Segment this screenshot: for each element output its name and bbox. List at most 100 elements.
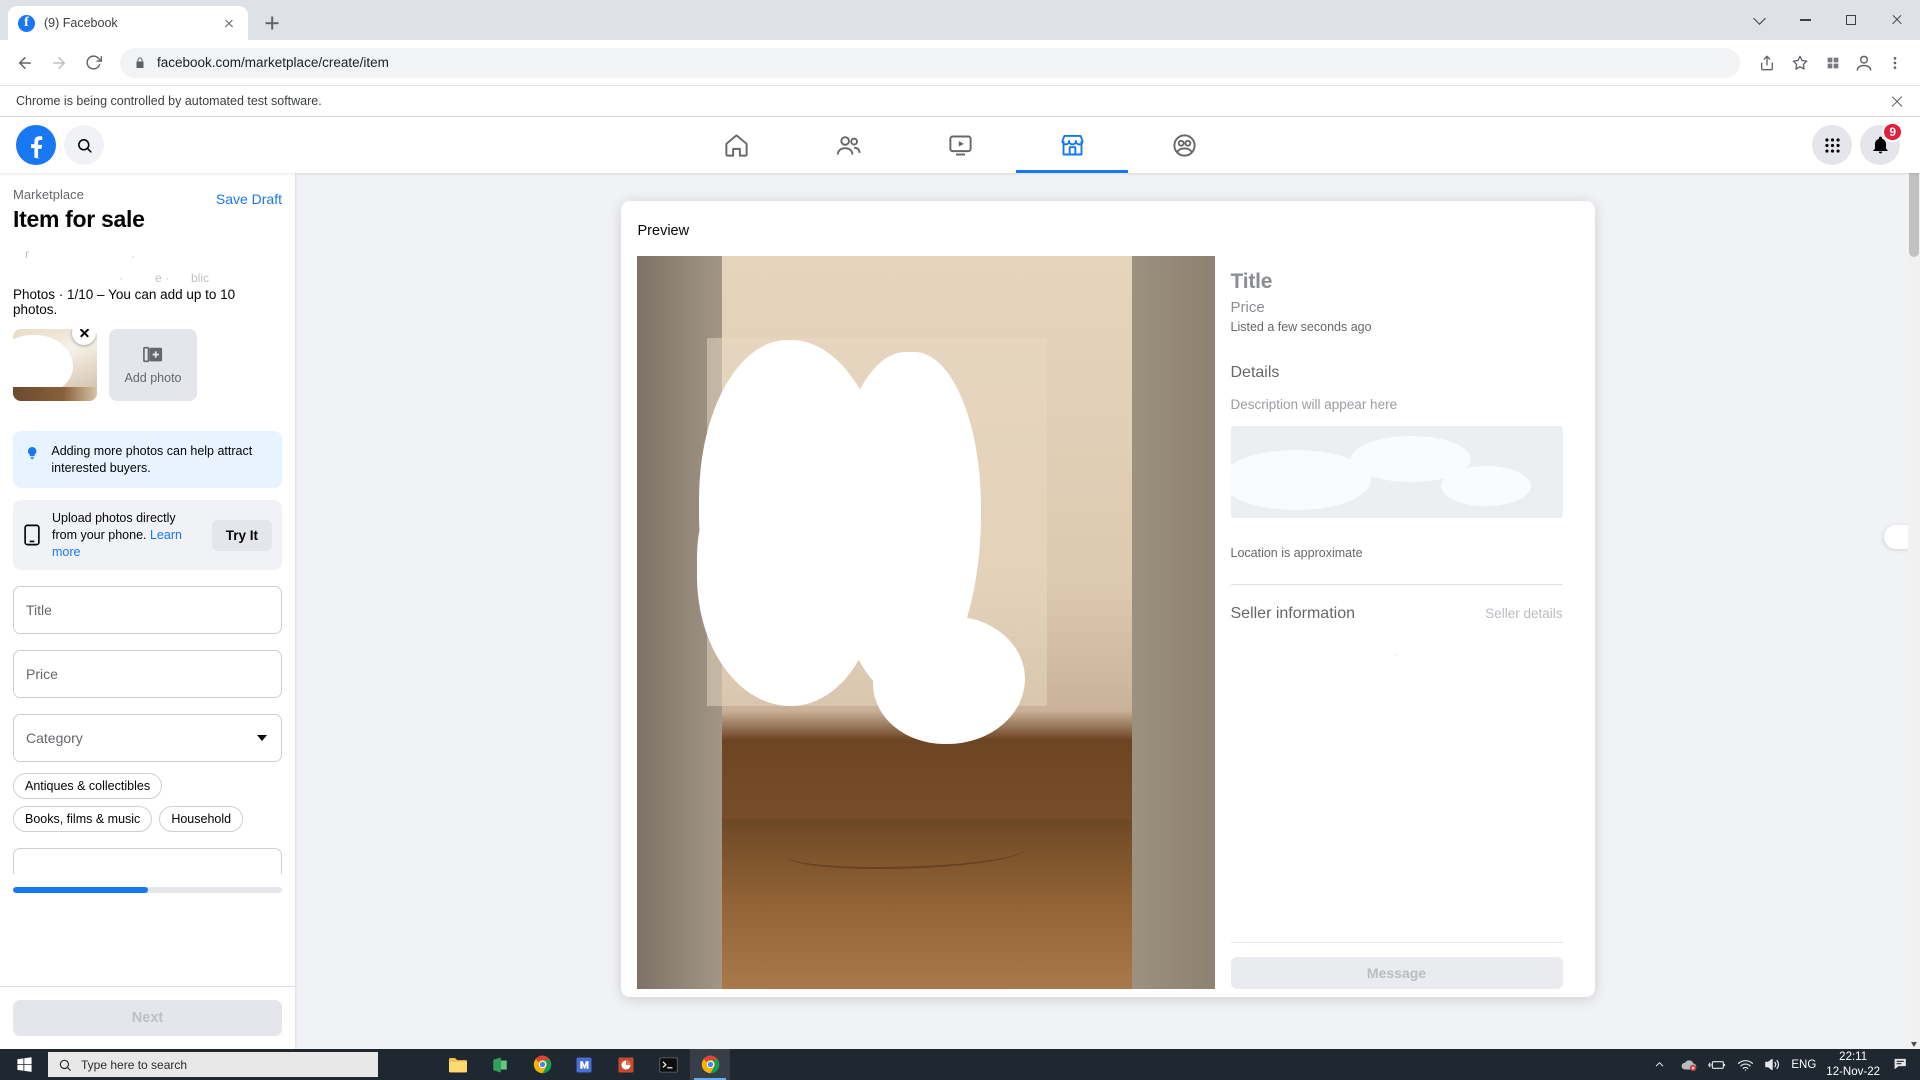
save-draft-button[interactable]: Save Draft	[216, 187, 282, 207]
tray-expand-button[interactable]	[1648, 1049, 1670, 1080]
map-shape	[1440, 466, 1531, 506]
add-photo-icon	[143, 346, 163, 363]
category-select[interactable]: Category	[13, 714, 282, 763]
preview-details-column: Title Price Listed a few seconds ago Det…	[1215, 256, 1579, 989]
photo-thumbnail[interactable]	[13, 329, 97, 401]
category-chip[interactable]: Household	[159, 806, 244, 833]
automation-infobar-text: Chrome is being controlled by automated …	[16, 94, 322, 108]
preview-area: Preview Title Price Listed a few seconds…	[295, 173, 1920, 1049]
divider	[1230, 584, 1563, 585]
navbar-right: 9	[1590, 122, 1920, 165]
nav-tab-friends[interactable]	[792, 117, 904, 173]
photo-tip-text: Adding more photos can help attract inte…	[51, 444, 253, 475]
nav-tab-watch[interactable]	[904, 117, 1016, 173]
extensions-icon[interactable]	[1818, 48, 1848, 78]
close-icon[interactable]	[1888, 92, 1906, 110]
menu-grid-button[interactable]	[1812, 125, 1852, 165]
browser-toolbar: facebook.com/marketplace/create/item	[0, 40, 1920, 85]
photo-list: Add photo	[13, 329, 282, 401]
tray-battery-icon[interactable]	[1708, 1058, 1727, 1072]
maximize-button[interactable]	[1828, 3, 1874, 37]
tray-onedrive-icon[interactable]	[1680, 1058, 1698, 1072]
minimize-button[interactable]	[1782, 3, 1828, 37]
add-photo-button[interactable]: Add photo	[109, 329, 197, 401]
preview-seller-heading: Seller information	[1230, 605, 1356, 622]
page-scrollbar[interactable]	[1908, 117, 1920, 1049]
reload-button[interactable]	[78, 48, 108, 78]
preview-description-placeholder: Description will appear here	[1230, 397, 1398, 412]
url-text: facebook.com/marketplace/create/item	[157, 55, 389, 70]
condition-input-partial[interactable]	[13, 848, 282, 875]
bookmark-star-icon[interactable]	[1785, 48, 1815, 78]
new-tab-button[interactable]	[258, 9, 286, 37]
tray-volume-icon[interactable]	[1764, 1057, 1781, 1072]
tab-search-button[interactable]	[1736, 3, 1782, 37]
preview-photo	[636, 256, 1215, 989]
taskbar-app-chrome[interactable]	[522, 1049, 562, 1080]
nav-tab-groups[interactable]	[1128, 117, 1240, 173]
remove-photo-button[interactable]	[72, 329, 96, 345]
category-chip[interactable]: Antiques & collectibles	[13, 773, 163, 800]
system-tray: ENG 22:11 12-Nov-22	[1648, 1049, 1920, 1080]
chrome-icon	[701, 1055, 719, 1074]
taskbar-search-placeholder: Type here to search	[81, 1057, 188, 1072]
minimize-icon	[1799, 19, 1811, 21]
start-button[interactable]	[0, 1049, 48, 1080]
scroll-down-icon[interactable]	[1911, 1042, 1917, 1047]
close-icon[interactable]	[220, 14, 238, 32]
tray-clock[interactable]: 22:11 12-Nov-22	[1826, 1050, 1880, 1079]
breadcrumb[interactable]: Marketplace	[13, 187, 145, 202]
profile-avatar[interactable]	[1851, 50, 1877, 76]
category-select-placeholder: Category	[26, 730, 83, 747]
photo-tip-banner: Adding more photos can help attract inte…	[13, 431, 282, 489]
navbar-tabs	[330, 117, 1590, 173]
notifications-button[interactable]: 9	[1860, 122, 1903, 165]
taskbar-app-office[interactable]	[480, 1049, 520, 1080]
forward-button[interactable]	[44, 48, 74, 78]
editor-icon	[576, 1057, 592, 1072]
taskbar-app-terminal[interactable]	[648, 1049, 688, 1080]
preview-body: Title Price Listed a few seconds ago Det…	[636, 256, 1579, 989]
facebook-search-button[interactable]	[64, 125, 104, 165]
preview-location-note: Location is approximate	[1230, 546, 1363, 560]
chrome-menu-icon[interactable]	[1880, 48, 1910, 78]
action-center-button[interactable]	[1890, 1049, 1912, 1080]
facebook-icon: f	[18, 14, 35, 32]
tray-language[interactable]: ENG	[1791, 1059, 1816, 1071]
nav-tab-marketplace[interactable]	[1016, 117, 1128, 173]
facebook-page: 9 Marketplace Item for sale Save Draft r…	[0, 117, 1920, 1049]
form-progress-fill	[13, 887, 148, 894]
address-bar[interactable]: facebook.com/marketplace/create/item	[120, 47, 1740, 78]
facebook-logo-icon[interactable]	[16, 125, 56, 165]
preview-seller-placeholder: ·	[1394, 647, 1399, 661]
taskbar-app-file-explorer[interactable]	[438, 1049, 478, 1080]
notification-badge: 9	[1882, 122, 1903, 142]
taskbar-app-presentation[interactable]	[606, 1049, 646, 1080]
title-input[interactable]: Title	[13, 586, 282, 635]
taskbar-app-chrome-window[interactable]	[690, 1049, 730, 1080]
preview-seller-row: Seller information Seller details	[1231, 605, 1563, 623]
taskbar-search[interactable]: Type here to search	[48, 1052, 378, 1077]
map-shape	[1230, 450, 1371, 510]
price-input[interactable]: Price	[13, 650, 282, 699]
share-icon[interactable]	[1752, 48, 1782, 78]
tab-title: (9) Facebook	[44, 16, 118, 30]
window-close-button[interactable]	[1874, 3, 1920, 37]
chevron-up-icon	[1655, 1061, 1664, 1067]
notification-chat-icon	[1894, 1058, 1906, 1070]
category-suggestions: Antiques & collectibles Books, films & m…	[13, 773, 282, 833]
obscured-text-2: ·	[131, 249, 135, 263]
tab-strip: f (9) Facebook	[0, 0, 1920, 40]
browser-tab[interactable]: f (9) Facebook	[8, 6, 248, 40]
category-chip[interactable]: Books, films & music	[13, 806, 153, 833]
message-button[interactable]: Message	[1230, 957, 1563, 989]
nav-tab-home[interactable]	[680, 117, 792, 173]
office-icon	[493, 1057, 507, 1072]
tray-wifi-icon[interactable]	[1737, 1058, 1754, 1072]
seller-details-link[interactable]: Seller details	[1485, 606, 1562, 621]
try-it-button[interactable]: Try It	[211, 519, 272, 551]
back-button[interactable]	[10, 48, 40, 78]
next-button[interactable]: Next	[13, 1000, 282, 1036]
taskbar-app-editor[interactable]	[564, 1049, 604, 1080]
search-icon	[77, 138, 92, 153]
